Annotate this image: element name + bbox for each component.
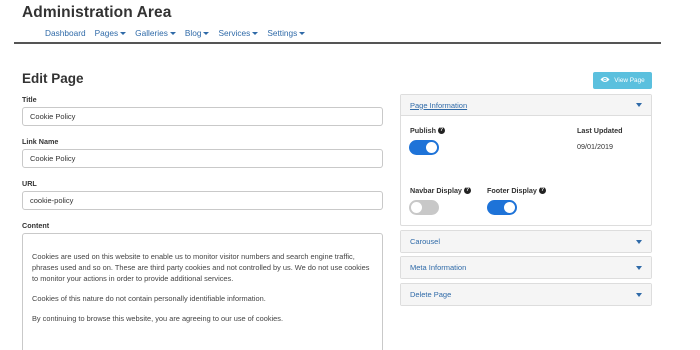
help-icon[interactable]: ? <box>437 127 445 134</box>
title-label: Title <box>22 95 37 104</box>
footer-display-label-text: Footer Display <box>487 186 537 195</box>
chevron-down-icon <box>203 31 210 35</box>
url-label: URL <box>22 179 37 188</box>
nav-services[interactable]: Services <box>218 28 259 38</box>
chevron-down-icon <box>299 31 306 35</box>
content-editor[interactable]: Cookies are used on this website to enab… <box>22 233 383 350</box>
nav-blog[interactable]: Blog <box>185 28 210 38</box>
meta-information-panel: Meta Information <box>400 256 652 279</box>
chevron-down-icon <box>636 103 642 107</box>
navbar-display-toggle[interactable] <box>409 200 439 215</box>
nav-blog-label: Blog <box>184 28 202 38</box>
content-paragraph: Cookies of this nature do not contain pe… <box>32 294 266 303</box>
delete-page-panel: Delete Page <box>400 283 652 306</box>
nav-pages[interactable]: Pages <box>95 28 127 38</box>
chevron-down-icon <box>636 239 642 244</box>
content-paragraph: Cookies are used on this website to enab… <box>32 252 370 283</box>
meta-information-title: Meta Information <box>410 263 467 272</box>
nav-divider <box>14 42 661 44</box>
publish-toggle[interactable] <box>409 140 439 155</box>
carousel-panel: Carousel <box>400 230 652 253</box>
navbar-display-label-text: Navbar Display <box>410 186 462 195</box>
toggle-knob <box>504 202 515 213</box>
content-paragraph: By continuing to browse this website, yo… <box>32 314 284 323</box>
nav-settings[interactable]: Settings <box>267 28 306 38</box>
chevron-down-icon <box>252 31 259 35</box>
view-page-button[interactable]: View Page <box>593 72 652 89</box>
nav-services-label: Services <box>218 28 251 38</box>
nav-pages-label: Pages <box>94 28 119 38</box>
carousel-header[interactable]: Carousel <box>401 231 651 252</box>
page-information-title: Page Information <box>410 100 468 110</box>
carousel-title: Carousel <box>410 237 441 246</box>
nav-dashboard-label: Dashboard <box>45 28 86 38</box>
meta-information-header[interactable]: Meta Information <box>401 257 651 278</box>
help-icon[interactable]: ? <box>538 187 546 194</box>
chevron-down-icon <box>636 292 642 297</box>
view-page-label: View Page <box>614 77 645 84</box>
app-title: Administration Area <box>22 4 172 21</box>
link-name-field[interactable] <box>22 149 383 168</box>
toggle-knob <box>411 202 422 213</box>
url-field[interactable] <box>22 191 383 210</box>
eye-icon <box>600 76 610 85</box>
chevron-down-icon <box>120 31 127 35</box>
navbar-display-label: Navbar Display ? <box>410 186 471 195</box>
help-icon[interactable]: ? <box>463 187 471 194</box>
chevron-down-icon <box>169 31 176 35</box>
content-label: Content <box>22 221 50 230</box>
chevron-down-icon <box>636 265 642 270</box>
link-name-label: Link Name <box>22 137 59 146</box>
footer-display-label: Footer Display ? <box>487 186 546 195</box>
page-title: Edit Page <box>22 71 84 86</box>
page-information-header[interactable]: Page Information <box>401 95 651 116</box>
delete-page-title: Delete Page <box>410 290 452 299</box>
last-updated-value: 09/01/2019 <box>577 142 613 151</box>
nav-settings-label: Settings <box>267 28 298 38</box>
main-nav: Dashboard Pages Galleries Blog Services … <box>45 28 306 38</box>
last-updated-label: Last Updated <box>577 126 623 135</box>
footer-display-toggle[interactable] <box>487 200 517 215</box>
page-information-body: Publish ? Last Updated 09/01/2019 Navbar… <box>401 116 651 225</box>
nav-dashboard[interactable]: Dashboard <box>45 28 86 38</box>
page-information-panel: Page Information Publish ? Last Updated … <box>400 94 652 226</box>
publish-label: Publish ? <box>410 126 445 135</box>
nav-galleries-label: Galleries <box>135 28 168 38</box>
toggle-knob <box>426 142 437 153</box>
title-field[interactable] <box>22 107 383 126</box>
delete-page-header[interactable]: Delete Page <box>401 284 651 305</box>
nav-galleries[interactable]: Galleries <box>135 28 176 38</box>
publish-label-text: Publish <box>410 126 436 135</box>
